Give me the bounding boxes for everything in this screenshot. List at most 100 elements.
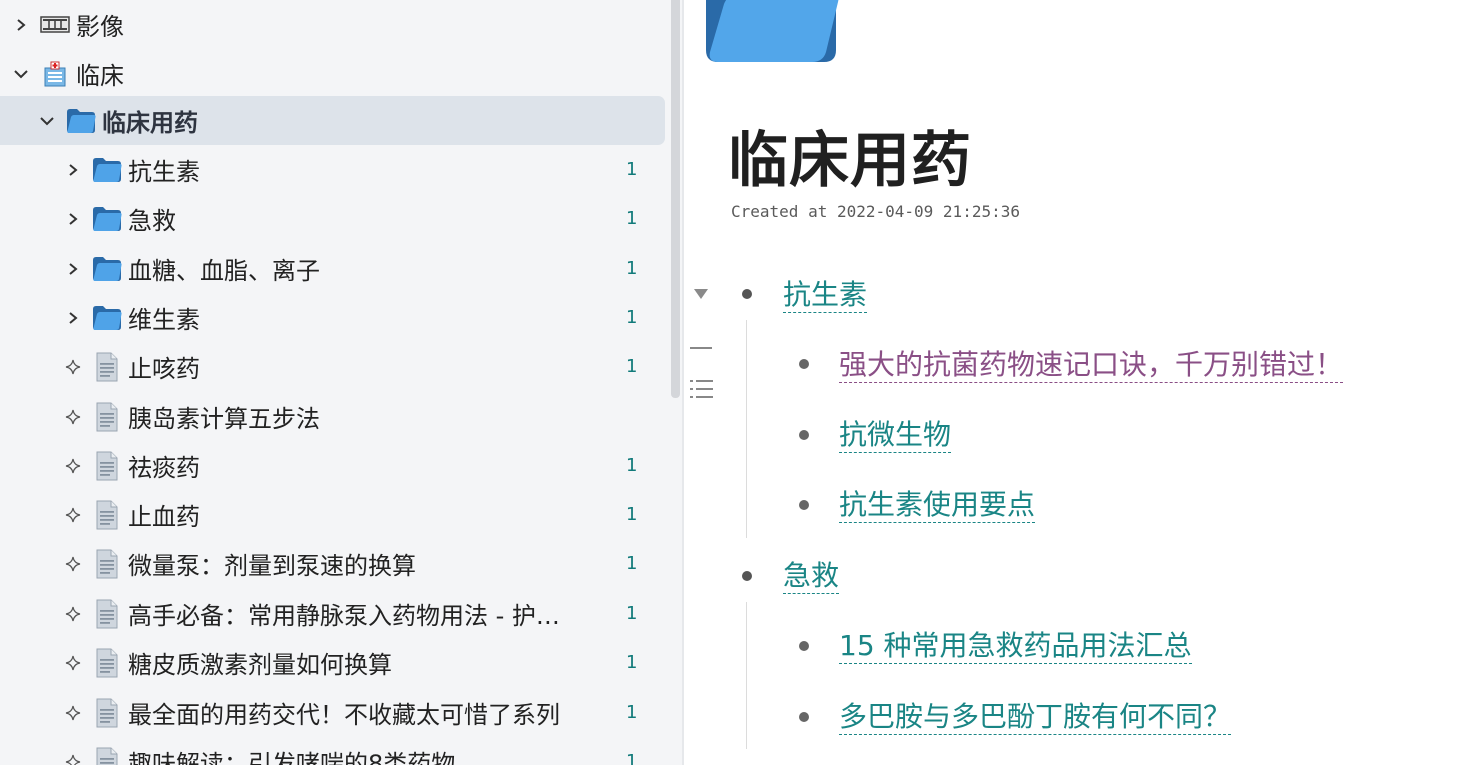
bullet-icon (742, 289, 752, 299)
tree-item-label: 血糖、血脂、离子 (128, 257, 320, 285)
tree-item-hemostatics[interactable]: 止血药 1 (0, 490, 665, 539)
film-icon (40, 10, 70, 40)
chevron-down-icon[interactable] (36, 110, 58, 132)
page-title: 临床用药 (728, 126, 972, 196)
tree-item-micropump[interactable]: 微量泵：剂量到泵速的换算 1 (0, 539, 665, 588)
outline-link-first-aid[interactable]: 急救 (783, 559, 840, 594)
document-icon (92, 648, 122, 678)
outline-link-antibiotics[interactable]: 抗生素 (783, 278, 868, 313)
tree-item-expectorants[interactable]: 祛痰药 1 (0, 441, 665, 490)
folder-icon (66, 106, 96, 136)
chevron-right-icon[interactable] (62, 208, 84, 230)
child-count: 1 (626, 208, 638, 229)
list-icon[interactable] (690, 378, 714, 404)
tree-item-label: 微量泵：剂量到泵速的换算 (128, 552, 416, 580)
sparkle-icon (62, 702, 84, 724)
tree-item-medication-instructions[interactable]: 最全面的用药交代！不收藏太可惜了系列 1 (0, 688, 665, 737)
collapse-triangle-icon[interactable] (692, 286, 710, 305)
document-icon (92, 402, 122, 432)
tree-item-label: 临床用药 (102, 109, 198, 137)
sparkle-icon (62, 455, 84, 477)
tree-item-first-aid[interactable]: 急救 1 (0, 194, 665, 243)
tree-item-label: 胰岛素计算五步法 (128, 405, 320, 433)
sparkle-icon (62, 356, 84, 378)
tree-item-label: 急救 (128, 207, 176, 235)
sparkle-icon (62, 603, 84, 625)
outline-link-antibiotic-key-points[interactable]: 抗生素使用要点 (839, 488, 1036, 523)
document-icon (92, 451, 122, 481)
tree-item-label: 抗生素 (128, 158, 200, 186)
child-count: 1 (626, 603, 638, 624)
child-count: 1 (626, 751, 638, 765)
tree-item-label: 止咳药 (128, 355, 200, 383)
sparkle-icon (62, 504, 84, 526)
folder-icon (706, 0, 840, 68)
tree-item-imaging[interactable]: 影像 (0, 0, 665, 49)
bullet-icon (799, 430, 809, 440)
bullet-icon (742, 571, 752, 581)
tree-item-antibiotics[interactable]: 抗生素 1 (0, 145, 665, 194)
child-count: 1 (626, 455, 638, 476)
folder-icon (92, 204, 122, 234)
outline-link-mnemonic[interactable]: 强大的抗菌药物速记口诀，千万别错过！ (839, 348, 1344, 383)
chevron-right-icon[interactable] (62, 159, 84, 181)
tree-item-label: 影像 (76, 13, 124, 41)
document-icon (92, 747, 122, 765)
tree-item-clinical-medication[interactable]: 临床用药 (0, 96, 665, 145)
tree-item-glucose-lipids-ions[interactable]: 血糖、血脂、离子 1 (0, 244, 665, 293)
tree-item-label: 趣味解读：引发哮喘的8类药物 (128, 750, 456, 765)
tree-item-asthma-drugs[interactable]: 趣味解读：引发哮喘的8类药物 1 (0, 737, 665, 765)
child-count: 1 (626, 652, 638, 673)
child-count: 1 (626, 258, 638, 279)
bullet-icon (799, 641, 809, 651)
chevron-down-icon[interactable] (10, 63, 32, 85)
child-count: 1 (626, 307, 638, 328)
tree-item-label: 临床 (76, 62, 124, 90)
child-count: 1 (626, 159, 638, 180)
heading-marker-icon[interactable] (690, 338, 714, 357)
child-count: 1 (626, 504, 638, 525)
child-count: 1 (626, 553, 638, 574)
outline-link-antimicrobial[interactable]: 抗微生物 (839, 418, 952, 453)
document-icon (92, 500, 122, 530)
chevron-right-icon[interactable] (62, 258, 84, 280)
indent-guide (746, 320, 747, 538)
sparkle-icon (62, 652, 84, 674)
document-icon (92, 599, 122, 629)
tree-item-vitamins[interactable]: 维生素 1 (0, 293, 665, 342)
chevron-right-icon[interactable] (10, 14, 32, 36)
indent-guide (746, 602, 747, 749)
bullet-icon (799, 712, 809, 722)
tree-item-label: 最全面的用药交代！不收藏太可惜了系列 (128, 701, 560, 729)
document-icon (92, 698, 122, 728)
sparkle-icon (62, 751, 84, 765)
tree-item-label: 维生素 (128, 306, 200, 334)
outline-link-emergency-drugs[interactable]: 15 种常用急救药品用法汇总 (839, 629, 1192, 664)
tree-item-insulin-calc[interactable]: 胰岛素计算五步法 (0, 392, 665, 441)
bullet-icon (799, 500, 809, 510)
sidebar-scrollbar[interactable] (670, 0, 682, 765)
scrollbar-thumb[interactable] (671, 0, 680, 398)
tree-item-antitussives[interactable]: 止咳药 1 (0, 342, 665, 391)
hospital-icon (40, 59, 70, 89)
bullet-icon (799, 359, 809, 369)
tree-item-label: 糖皮质激素剂量如何换算 (128, 651, 392, 679)
child-count: 1 (626, 356, 638, 377)
tree-item-iv-pump-drugs[interactable]: 高手必备：常用静脉泵入药物用法 - 护… 1 (0, 589, 665, 638)
sidebar: 影像 临床 临床用药 抗生素 1 急救 1 血糖、血脂、离子 1 维生素 1 止… (0, 0, 670, 765)
child-count: 1 (626, 702, 638, 723)
folder-icon (92, 303, 122, 333)
tree-item-label: 高手必备：常用静脉泵入药物用法 - 护… (128, 602, 560, 630)
tree-item-label: 祛痰药 (128, 454, 200, 482)
document-icon (92, 352, 122, 382)
tree-item-clinical[interactable]: 临床 (0, 49, 665, 98)
created-timestamp: Created at 2022-04-09 21:25:36 (731, 202, 1020, 221)
document-panel: 临床用药 Created at 2022-04-09 21:25:36 抗生素 … (684, 0, 1478, 765)
tree-item-glucocorticoid[interactable]: 糖皮质激素剂量如何换算 1 (0, 638, 665, 687)
folder-icon (92, 155, 122, 185)
chevron-right-icon[interactable] (62, 307, 84, 329)
outline-link-dopamine[interactable]: 多巴胺与多巴酚丁胺有何不同？ (839, 700, 1232, 735)
document-icon (92, 549, 122, 579)
sparkle-icon (62, 553, 84, 575)
sparkle-icon (62, 406, 84, 428)
